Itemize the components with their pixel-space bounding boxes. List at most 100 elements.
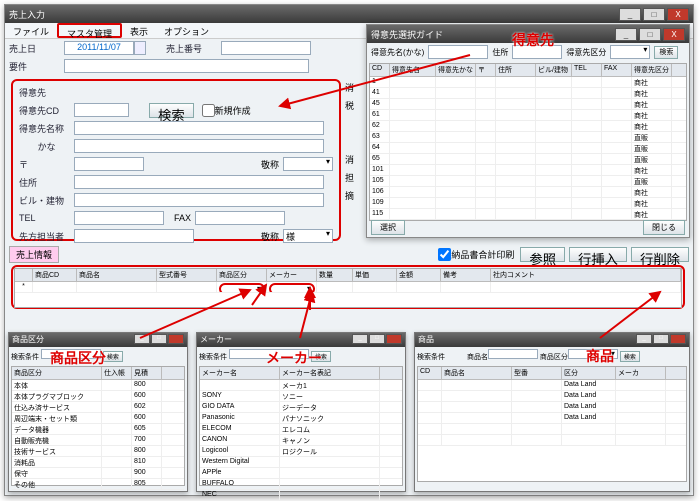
table-row[interactable]: Data Land <box>418 391 686 402</box>
cust-search-button[interactable]: 検索 <box>149 103 194 118</box>
table-row[interactable]: NEC <box>200 490 402 501</box>
fax-input[interactable] <box>195 211 285 225</box>
tel-label: TEL <box>19 213 74 223</box>
menu-view[interactable]: 表示 <box>122 23 156 38</box>
keisho-combo[interactable] <box>283 157 333 171</box>
kbn-grid[interactable]: 商品区分仕入帳見積本体800本体プラグマブロック600仕込み済サービス602周辺… <box>11 366 185 486</box>
tokui-min[interactable]: _ <box>615 28 637 41</box>
table-row[interactable]: 64直販 <box>370 143 686 154</box>
cust-name-label: 得意先名称 <box>19 122 74 135</box>
table-row[interactable]: * <box>15 282 681 293</box>
table-row[interactable]: 周辺端末・セット類600 <box>12 413 184 424</box>
tokui-search-button[interactable]: 検索 <box>654 46 678 59</box>
shohin-search-btn[interactable]: 検索 <box>620 351 640 362</box>
table-row[interactable]: 本体プラグマブロック600 <box>12 391 184 402</box>
tokui-max[interactable]: □ <box>639 28 661 41</box>
cust-cd-input[interactable] <box>74 103 129 117</box>
tokui-title: 得意先選択ガイド <box>371 28 443 41</box>
table-row[interactable]: その他805 <box>12 479 184 490</box>
menu-option[interactable]: オプション <box>156 23 217 38</box>
table-row[interactable]: 101商社 <box>370 165 686 176</box>
table-row[interactable]: 109商社 <box>370 198 686 209</box>
table-row[interactable]: 62商社 <box>370 121 686 132</box>
person-input[interactable] <box>74 229 194 243</box>
table-row[interactable] <box>418 424 686 435</box>
table-row[interactable]: 105直販 <box>370 176 686 187</box>
table-row[interactable]: 106商社 <box>370 187 686 198</box>
maker-callout: メーカー <box>266 348 322 368</box>
rowdel-button[interactable]: 行削除 <box>631 247 689 262</box>
table-row[interactable] <box>418 435 686 446</box>
table-row[interactable]: 61商社 <box>370 110 686 121</box>
deliv-checkbox[interactable] <box>438 248 451 261</box>
tokui-close-button[interactable]: 閉じる <box>643 220 685 235</box>
person-keisho-label: 敬称 <box>261 230 279 243</box>
table-row[interactable]: 45商社 <box>370 99 686 110</box>
table-row[interactable]: GIO DATAジーデータ <box>200 402 402 413</box>
menu-file[interactable]: ファイル <box>5 23 57 38</box>
table-row[interactable]: CANONキャノン <box>200 435 402 446</box>
table-row[interactable]: APPle <box>200 468 402 479</box>
shohin-callout: 商品 <box>586 346 614 366</box>
table-row[interactable]: 技術サービス800 <box>12 446 184 457</box>
tokui-select-button[interactable]: 選択 <box>371 220 405 235</box>
table-row[interactable]: 63直販 <box>370 132 686 143</box>
date-label: 売上日 <box>9 42 64 55</box>
table-row[interactable]: Logicoolロジクール <box>200 446 402 457</box>
tokui-grid[interactable]: CD得意先名得意先かな〒住所ビル/建物TELFAX得意先区分 1商社41商社45… <box>369 63 687 221</box>
table-row[interactable]: 自動販売機700 <box>12 435 184 446</box>
tokui-close[interactable]: X <box>663 28 685 41</box>
subject-input[interactable] <box>64 59 309 73</box>
tokui-kana-label: 得意先名(かな) <box>371 47 424 58</box>
addr-input[interactable] <box>74 175 324 189</box>
tokui-addr-label: 住所 <box>492 47 508 58</box>
table-row[interactable]: 41商社 <box>370 88 686 99</box>
shohin-grid[interactable]: CD商品名型番区分メーカData LandData LandData LandD… <box>417 366 687 482</box>
salesno-label: 売上番号 <box>166 42 221 55</box>
kana-input[interactable] <box>74 139 324 153</box>
maker-grid[interactable]: メーカー名メーカー名表記メーカ1SONYソニーGIO DATAジーデータPana… <box>199 366 403 486</box>
tel-input[interactable] <box>74 211 164 225</box>
tab-active[interactable]: 売上情報 <box>9 246 59 263</box>
table-row[interactable]: Panasonicパナソニック <box>200 413 402 424</box>
table-row[interactable]: Western Digital <box>200 457 402 468</box>
shohin-name-input[interactable] <box>488 349 538 359</box>
table-row[interactable]: Data Land <box>418 402 686 413</box>
salesno-input[interactable] <box>221 41 311 55</box>
table-row[interactable]: ELECOMエレコム <box>200 424 402 435</box>
tokui-callout: 得意先 <box>512 30 554 50</box>
menu-master[interactable]: マスタ管理 <box>57 23 122 38</box>
table-row[interactable]: データ機器605 <box>12 424 184 435</box>
table-row[interactable]: BUFFALO <box>200 479 402 490</box>
kbn-cell-combo[interactable] <box>219 283 265 292</box>
min-button[interactable]: _ <box>619 8 641 21</box>
bldg-input[interactable] <box>74 193 324 207</box>
table-row[interactable]: Data Land <box>418 413 686 424</box>
rowins-button[interactable]: 行挿入 <box>569 247 627 262</box>
table-row[interactable]: SONYソニー <box>200 391 402 402</box>
deliv-label: 納品書合計印刷 <box>451 248 514 261</box>
table-row[interactable]: 115商社 <box>370 209 686 220</box>
table-row[interactable]: メーカ1 <box>200 380 402 391</box>
ref-button[interactable]: 参照 <box>520 247 565 262</box>
calendar-icon[interactable] <box>134 41 146 55</box>
cust-name-input[interactable] <box>74 121 324 135</box>
date-input[interactable]: 2011/11/07 <box>64 41 134 55</box>
table-row[interactable]: 消耗品810 <box>12 457 184 468</box>
tokui-kana-input[interactable] <box>428 45 488 59</box>
table-row[interactable]: Data Land <box>418 380 686 391</box>
maker-cell-combo[interactable] <box>269 283 315 292</box>
table-row[interactable]: 保守900 <box>12 468 184 479</box>
new-checkbox[interactable] <box>202 104 215 117</box>
close-button[interactable]: X <box>667 8 689 21</box>
table-row[interactable]: 本体800 <box>12 380 184 391</box>
table-row[interactable]: 65直販 <box>370 154 686 165</box>
detail-grid: 商品CD 商品名 型式番号 商品区分 メーカー 数量 単価 金額 備考 社内コメ… <box>14 268 682 308</box>
table-row[interactable]: 1商社 <box>370 77 686 88</box>
max-button[interactable]: □ <box>643 8 665 21</box>
zip-input[interactable] <box>74 157 144 171</box>
customer-area: 得意先 得意先CD 検索 新規作成 得意先名称 かな 〒 敬称 住所 ビル・建物… <box>11 79 341 241</box>
tokui-kbn-combo[interactable] <box>610 45 650 59</box>
person-keisho-combo[interactable]: 様 <box>283 229 333 243</box>
table-row[interactable]: 仕込み済サービス602 <box>12 402 184 413</box>
